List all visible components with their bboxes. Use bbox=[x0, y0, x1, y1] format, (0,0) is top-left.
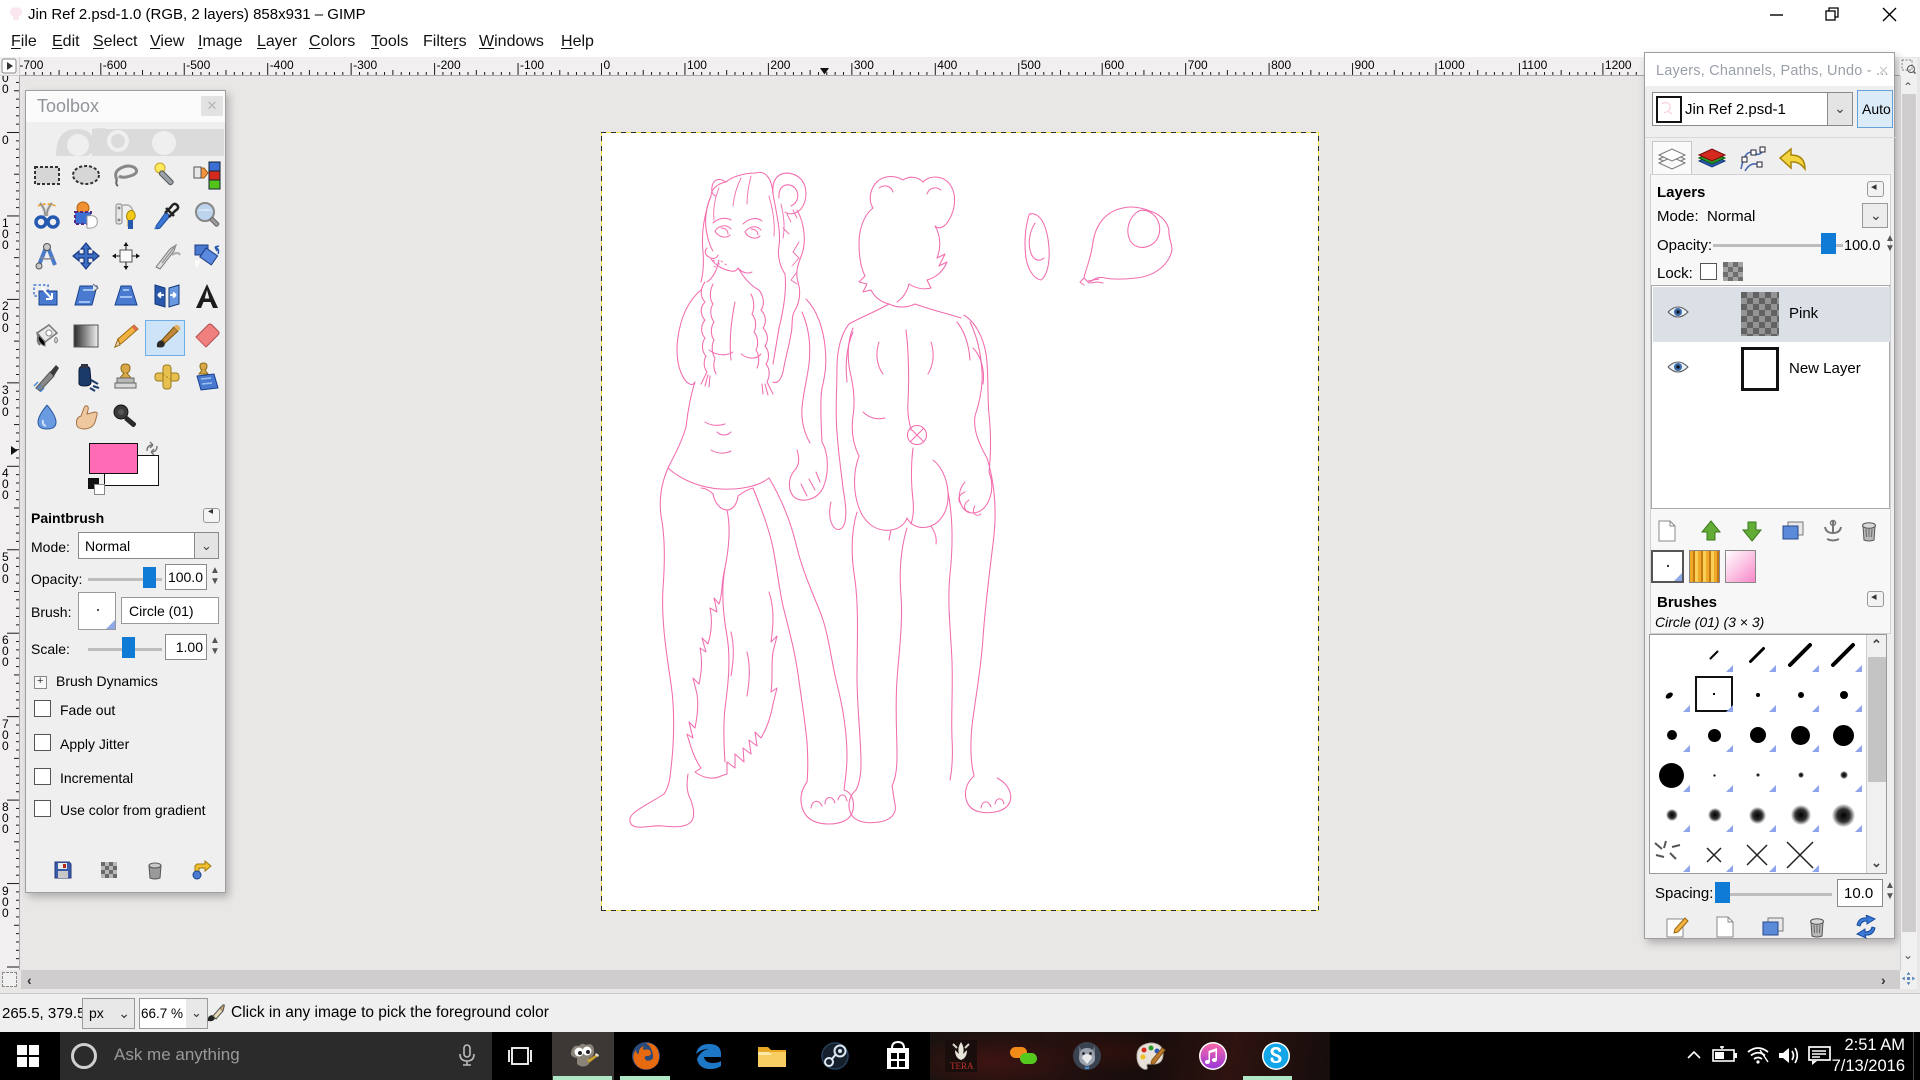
svg-text:TERA: TERA bbox=[950, 1061, 974, 1071]
